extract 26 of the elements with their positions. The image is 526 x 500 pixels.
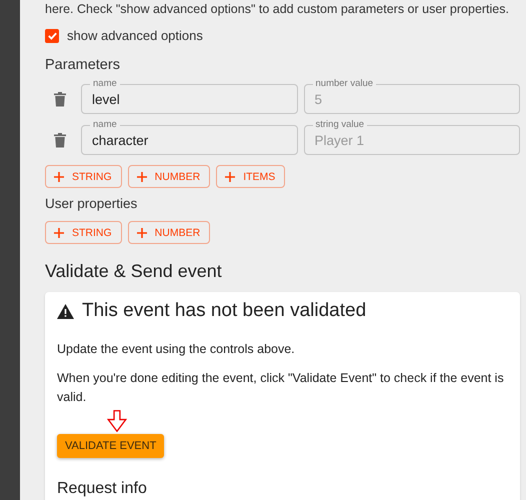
trash-icon[interactable] — [53, 132, 67, 148]
add-button[interactable]: NUMBER — [128, 165, 210, 188]
paragraph: When you're done editing the event, click "Validate Event" to check if the event is valid. — [57, 370, 505, 406]
checkbox-label: show advanced options — [67, 28, 203, 43]
field-label: string value — [312, 119, 368, 131]
arrow-annotation — [107, 410, 127, 432]
section-title: Parameters — [45, 57, 121, 73]
add-button[interactable]: NUMBER — [128, 221, 210, 244]
plus-icon — [54, 172, 64, 182]
plus-icon — [225, 172, 236, 182]
trash-icon[interactable] — [53, 91, 67, 107]
plus-icon — [136, 172, 147, 182]
warning-icon — [57, 304, 74, 318]
section-title: User properties — [45, 196, 138, 211]
intro-text: here. Check "show advanced options" to add custom parameters or user properties. — [45, 1, 510, 16]
plus-icon — [136, 228, 147, 238]
add-button[interactable]: STRING — [45, 165, 122, 188]
checkbox[interactable] — [45, 28, 59, 42]
section-heading: Validate & Send event — [45, 261, 223, 282]
validate-button[interactable]: VALIDATE EVENT — [57, 434, 164, 458]
plus-icon — [54, 228, 64, 238]
add-button[interactable]: ITEMS — [216, 165, 286, 188]
card-title: This event has not been validated — [82, 300, 366, 322]
add-button[interactable]: STRING — [45, 221, 122, 244]
paragraph: Update the event using the controls above. — [57, 341, 296, 358]
subheading: Request info — [57, 480, 148, 498]
